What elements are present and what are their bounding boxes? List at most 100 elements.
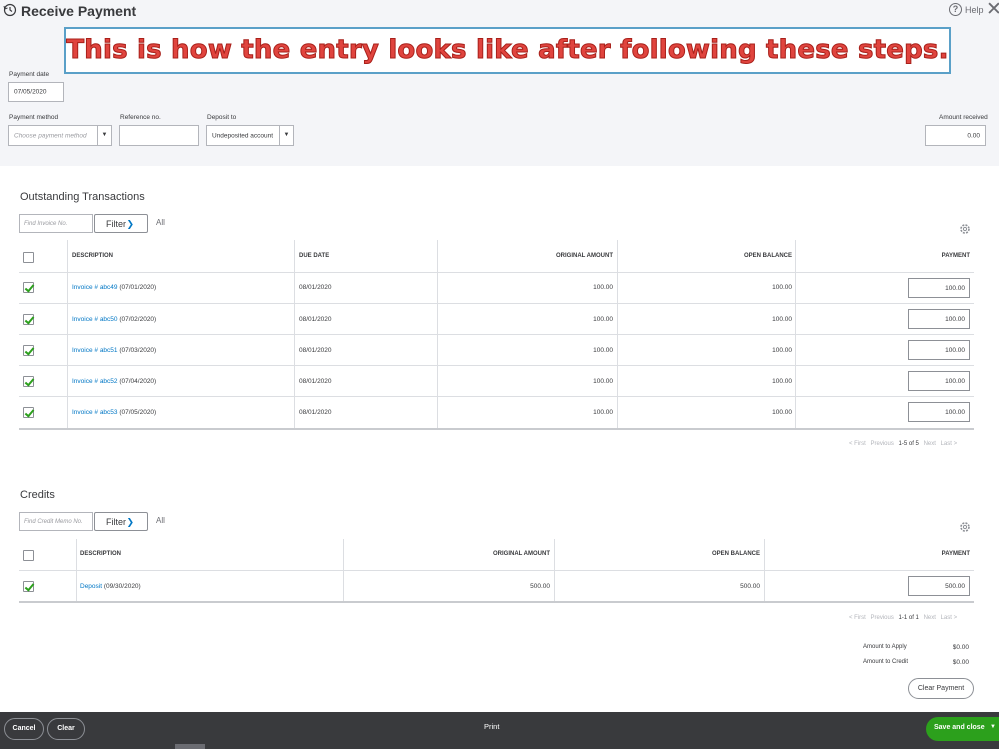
chevron-right-icon: ❯ [126, 517, 134, 527]
save-and-close-label: Save and close [934, 724, 985, 731]
column-header-original-amount: ORIGINAL AMOUNT [493, 551, 550, 557]
pager-previous[interactable]: Previous [871, 441, 894, 447]
table-bottom-divider [19, 428, 974, 430]
payment-date-input[interactable]: 07/05/2020 [8, 82, 64, 102]
title-bar: Receive Payment ? Help ✕ [0, 0, 999, 24]
payment-method-dropdown-icon[interactable]: ▼ [97, 126, 111, 145]
amount-received-label: Amount received [939, 114, 988, 121]
row-payment-value: 100.00 [945, 316, 965, 323]
invoice-date: (07/02/2020) [117, 316, 157, 323]
deposit-to-dropdown-icon[interactable]: ▼ [279, 126, 293, 145]
invoice-link[interactable]: Invoice # abc49 [72, 284, 118, 291]
row-checkbox[interactable] [23, 282, 34, 293]
payment-method-select[interactable]: Choose payment method ▼ [8, 125, 112, 146]
outstanding-filter-button[interactable]: Filter ❯ [94, 214, 148, 233]
invoice-date: (07/03/2020) [117, 347, 157, 354]
pager-current: 1-5 of 5 [898, 441, 919, 447]
row-open-balance: 100.00 [772, 378, 792, 385]
amount-to-apply-label: Amount to Apply [863, 644, 907, 650]
row-payment-input[interactable]: 100.00 [908, 309, 970, 329]
row-payment-value: 100.00 [945, 347, 965, 354]
print-button[interactable]: Print [484, 722, 499, 731]
credits-filter-label: Filter [106, 517, 126, 527]
deposit-to-select[interactable]: Undeposited account ▼ [206, 125, 294, 146]
find-invoice-placeholder: Find Invoice No. [24, 221, 68, 227]
history-icon[interactable] [3, 3, 17, 17]
amount-received-input[interactable]: 0.00 [925, 125, 986, 146]
save-options-dropdown-icon[interactable]: ▼ [990, 724, 996, 730]
pager-next[interactable]: Next [924, 615, 936, 621]
row-payment-input[interactable]: 500.00 [908, 576, 970, 596]
row-checkbox[interactable] [23, 407, 34, 418]
credits-pagination: < First Previous 1-1 of 1 Next Last > [849, 615, 957, 621]
invoice-link[interactable]: Invoice # abc51 [72, 347, 118, 354]
row-payment-input[interactable]: 100.00 [908, 340, 970, 360]
credits-section-title: Credits [20, 489, 55, 501]
column-header-description: DESCRIPTION [80, 551, 122, 557]
row-description: Invoice # abc52 (07/04/2020) [72, 378, 156, 385]
amount-to-apply-value: $0.00 [952, 644, 969, 651]
help-icon[interactable]: ? [949, 3, 962, 16]
row-open-balance: 100.00 [772, 347, 792, 354]
row-original-amount: 100.00 [593, 347, 613, 354]
row-payment-input[interactable]: 100.00 [908, 278, 970, 298]
help-link[interactable]: Help [965, 5, 984, 15]
row-payment-input[interactable]: 100.00 [908, 402, 970, 422]
row-due-date: 08/01/2020 [299, 347, 332, 354]
row-description: Invoice # abc51 (07/03/2020) [72, 347, 156, 354]
cancel-button[interactable]: Cancel [4, 718, 44, 740]
save-and-close-button[interactable]: Save and close ▼ [926, 717, 999, 741]
row-original-amount: 100.00 [593, 284, 613, 291]
column-header-payment: PAYMENT [941, 551, 970, 557]
select-all-credits-checkbox[interactable] [23, 550, 34, 561]
find-credit-memo-placeholder: Find Credit Memo No. [24, 519, 83, 525]
clear-button[interactable]: Clear [47, 718, 85, 740]
row-description: Invoice # abc49 (07/01/2020) [72, 284, 156, 291]
reference-input[interactable] [119, 125, 199, 146]
row-due-date: 08/01/2020 [299, 284, 332, 291]
amount-to-credit-value: $0.00 [952, 659, 969, 666]
invoice-link[interactable]: Invoice # abc53 [72, 409, 118, 416]
row-payment-input[interactable]: 100.00 [908, 371, 970, 391]
amount-to-credit-label: Amount to Credit [863, 659, 909, 665]
footer-bar: Cancel Clear Print Save and close ▼ [0, 712, 999, 749]
row-checkbox[interactable] [23, 581, 34, 592]
row-divider [19, 396, 974, 397]
close-icon[interactable]: ✕ [986, 0, 999, 19]
credits-all-label: All [156, 516, 165, 525]
row-checkbox[interactable] [23, 345, 34, 356]
outstanding-gear-icon[interactable] [959, 223, 971, 235]
column-header-open-balance: OPEN BALANCE [743, 253, 792, 259]
deposit-link[interactable]: Deposit [80, 583, 102, 590]
amount-received-value: 0.00 [967, 132, 980, 139]
payment-method-label: Payment method [9, 114, 59, 121]
clear-payment-button[interactable]: Clear Payment [908, 678, 974, 699]
row-checkbox[interactable] [23, 314, 34, 325]
invoice-link[interactable]: Invoice # abc50 [72, 316, 118, 323]
invoice-link[interactable]: Invoice # abc52 [72, 378, 118, 385]
pager-first[interactable]: < First [849, 441, 866, 447]
row-checkbox[interactable] [23, 376, 34, 387]
row-open-balance: 100.00 [772, 284, 792, 291]
pager-next[interactable]: Next [924, 441, 936, 447]
find-invoice-input[interactable]: Find Invoice No. [19, 214, 93, 233]
select-all-checkbox[interactable] [23, 252, 34, 263]
column-header-original-amount: ORIGINAL AMOUNT [556, 253, 613, 259]
column-header-description: DESCRIPTION [72, 253, 114, 259]
horizontal-scrollbar[interactable] [175, 744, 205, 749]
pager-current: 1-1 of 1 [898, 615, 919, 621]
pager-last[interactable]: Last > [941, 441, 958, 447]
credits-gear-icon[interactable] [959, 521, 971, 533]
pager-previous[interactable]: Previous [871, 615, 894, 621]
invoice-date: (07/04/2020) [117, 378, 157, 385]
row-open-balance: 100.00 [772, 409, 792, 416]
row-original-amount: 500.00 [530, 583, 550, 590]
row-original-amount: 100.00 [593, 316, 613, 323]
row-original-amount: 100.00 [593, 409, 613, 416]
pager-first[interactable]: < First [849, 615, 866, 621]
deposit-date: (09/30/2020) [102, 583, 141, 590]
find-credit-memo-input[interactable]: Find Credit Memo No. [19, 512, 93, 531]
pager-last[interactable]: Last > [941, 615, 958, 621]
credits-filter-button[interactable]: Filter ❯ [94, 512, 148, 531]
outstanding-pagination: < First Previous 1-5 of 5 Next Last > [849, 441, 957, 447]
